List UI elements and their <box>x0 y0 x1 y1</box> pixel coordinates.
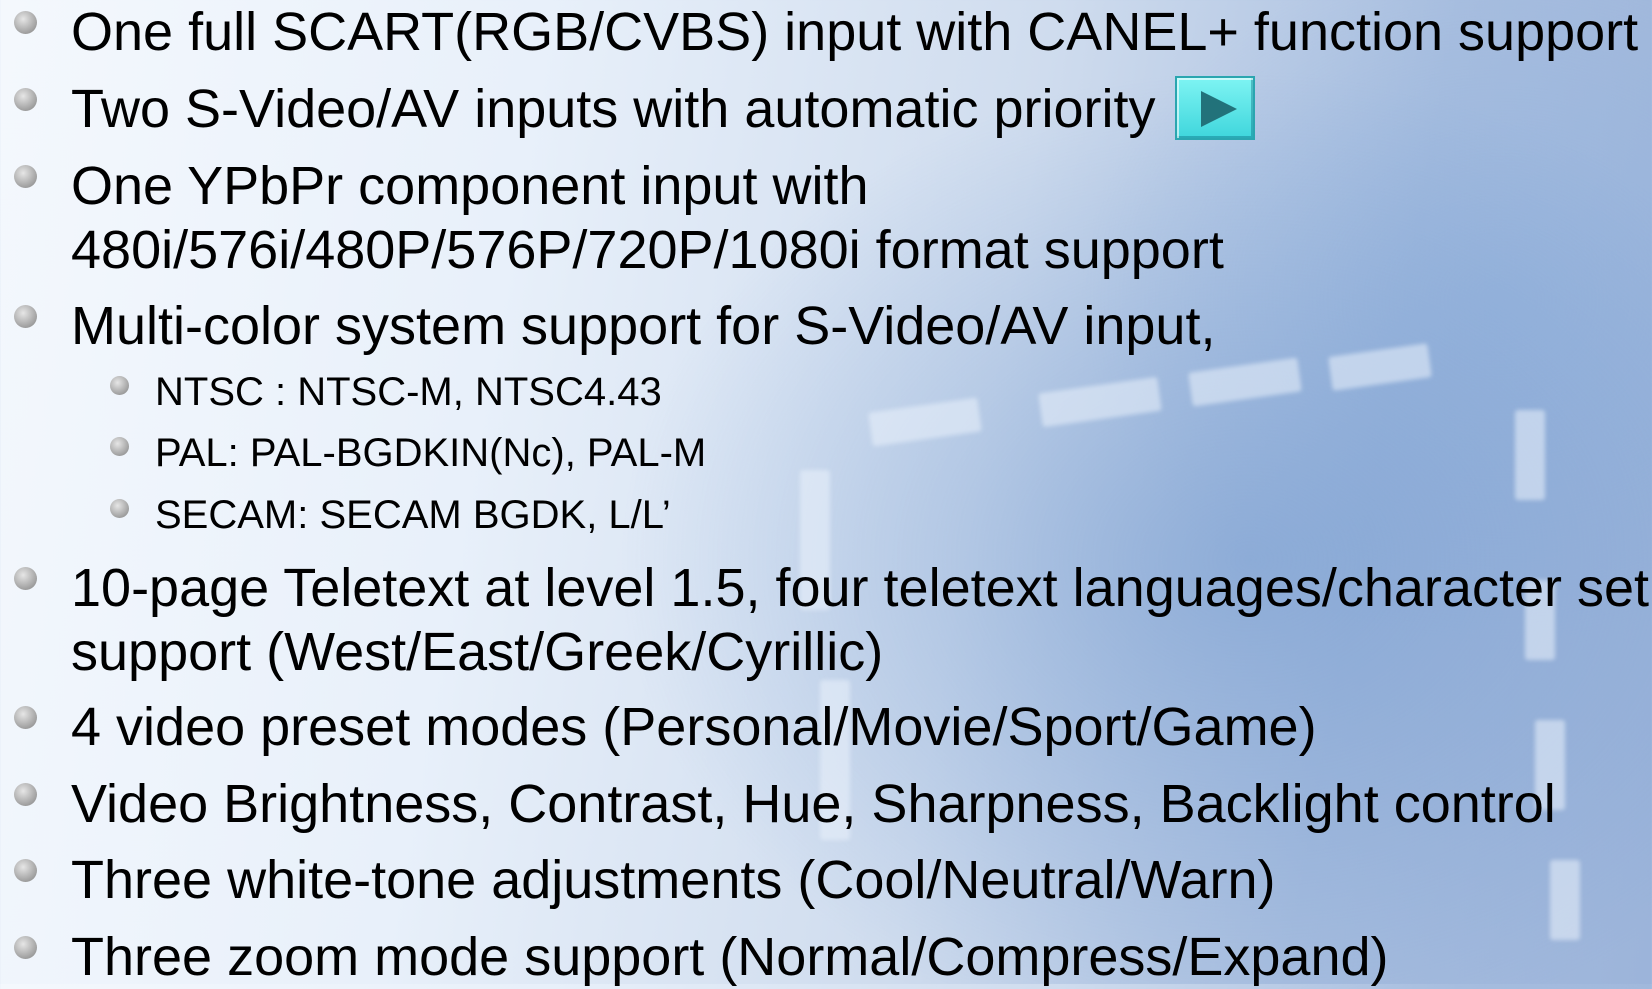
bullet-dot <box>14 783 37 806</box>
bullet-line: Three white-tone adjustments (Cool/Neutr… <box>71 850 1276 910</box>
bullet-text: Three zoom mode support (Normal/Compress… <box>71 925 1389 989</box>
bullet-dot <box>14 11 37 34</box>
bullet-text: NTSC : NTSC-M, NTSC4.43 <box>155 368 662 416</box>
bullet-dot <box>14 936 37 959</box>
bullet-text: 4 video preset modes (Personal/Movie/Spo… <box>71 695 1317 759</box>
bullet-line: PAL: PAL-BGDKIN(Nc), PAL-M <box>155 431 707 475</box>
bullet-dot <box>14 88 37 111</box>
bullet-line: Two S-Video/AV inputs with automatic pri… <box>71 79 1156 139</box>
bullet-text: One full SCART(RGB/CVBS) input with CANE… <box>71 0 1638 64</box>
bullet-line: Multi-color system support for S-Video/A… <box>71 296 1216 356</box>
bullet-text: One YPbPr component input with 480i/576i… <box>71 154 1224 282</box>
bullet-line: support (West/East/Greek/Cyrillic) <box>71 622 884 682</box>
bullet-text: 10-page Teletext at level 1.5, four tele… <box>71 556 1649 684</box>
bullet-line: NTSC : NTSC-M, NTSC4.43 <box>155 370 662 414</box>
bullet-dot <box>110 499 129 518</box>
bullet-line: 480i/576i/480P/576P/720P/1080i format su… <box>71 220 1224 280</box>
bullet-text: SECAM: SECAM BGDK, L/L’ <box>155 491 671 539</box>
bullet-line: Three zoom mode support (Normal/Compress… <box>71 927 1389 987</box>
slide-content: One full SCART(RGB/CVBS) input with CANE… <box>0 0 1652 987</box>
play-icon <box>1201 91 1237 127</box>
bullet-dot <box>110 376 129 395</box>
bullet-line: SECAM: SECAM BGDK, L/L’ <box>155 493 671 537</box>
next-slide-button[interactable] <box>1175 76 1255 140</box>
bullet-dot <box>110 437 129 456</box>
bullet-line: 4 video preset modes (Personal/Movie/Spo… <box>71 697 1317 757</box>
bullet-dot <box>14 706 37 729</box>
bullet-dot <box>14 567 37 590</box>
bullet-line: 10-page Teletext at level 1.5, four tele… <box>71 558 1649 618</box>
bullet-dot <box>14 305 37 328</box>
bullet-line: One YPbPr component input with <box>71 156 869 216</box>
bullet-line: One full SCART(RGB/CVBS) input with CANE… <box>71 2 1639 62</box>
bullet-dot <box>14 165 37 188</box>
bullet-text: Three white-tone adjustments (Cool/Neutr… <box>71 848 1275 912</box>
bullet-text: Two S-Video/AV inputs with automatic pri… <box>71 77 1155 141</box>
bullet-text: Multi-color system support for S-Video/A… <box>71 294 1215 358</box>
bullet-line: Video Brightness, Contrast, Hue, Sharpne… <box>71 774 1556 834</box>
bullet-text: Video Brightness, Contrast, Hue, Sharpne… <box>71 772 1556 836</box>
bullet-text: PAL: PAL-BGDKIN(Nc), PAL-M <box>155 429 706 477</box>
bullet-dot <box>14 859 37 882</box>
